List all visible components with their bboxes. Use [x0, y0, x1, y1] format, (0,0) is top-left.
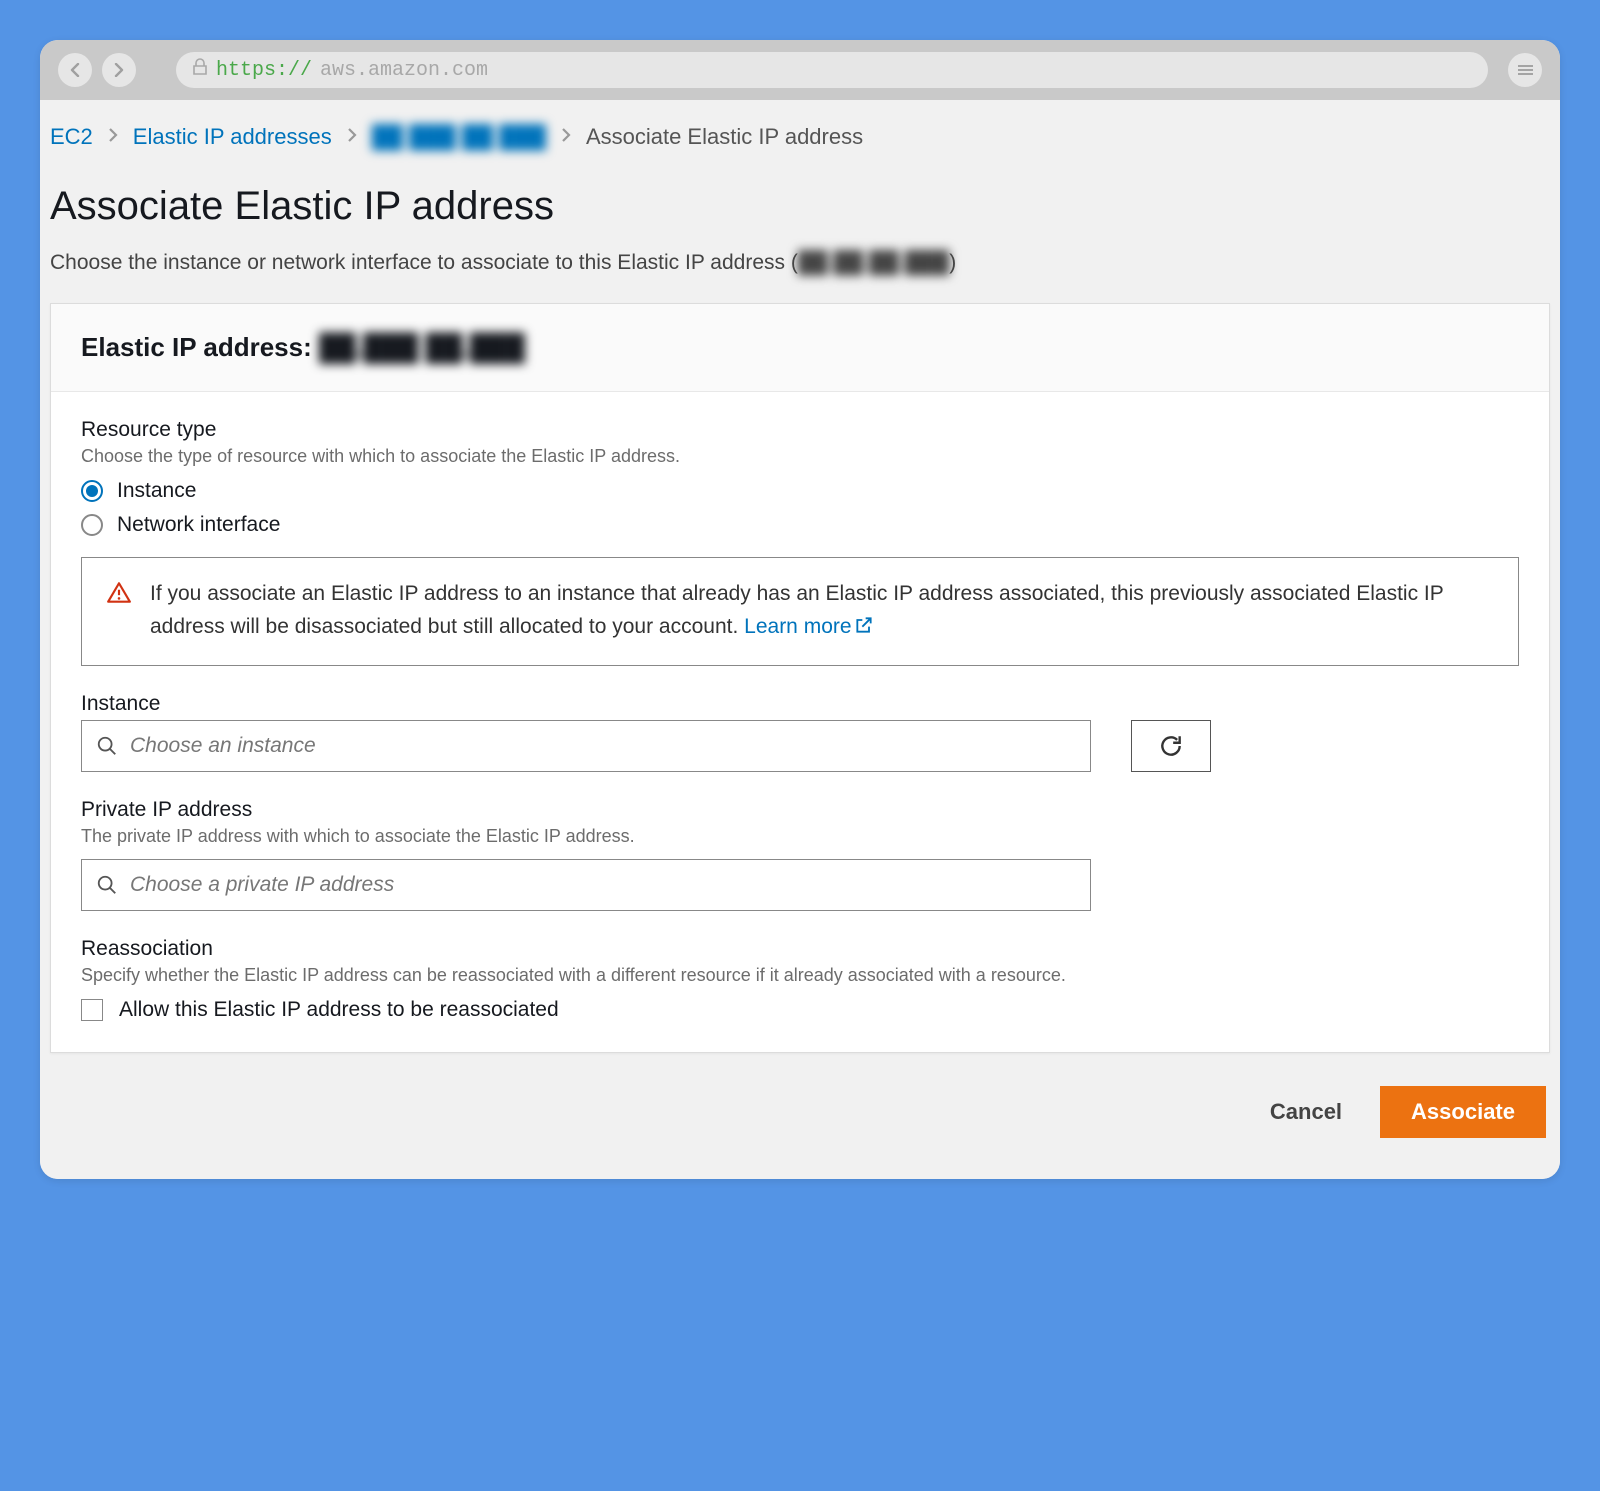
instance-field: Instance Choose an instance — [81, 692, 1519, 772]
menu-icon — [1518, 65, 1533, 75]
associate-button[interactable]: Associate — [1380, 1086, 1546, 1138]
browser-chrome: https:// aws.amazon.com — [40, 40, 1560, 100]
chevron-right-icon — [346, 124, 358, 150]
cancel-button[interactable]: Cancel — [1262, 1085, 1350, 1139]
checkbox-icon — [81, 999, 103, 1021]
nav-forward-button[interactable] — [102, 53, 136, 87]
search-icon — [96, 735, 118, 757]
warning-alert: If you associate an Elastic IP address t… — [81, 557, 1519, 666]
page-description: Choose the instance or network interface… — [40, 243, 1560, 303]
radio-instance[interactable]: Instance — [81, 479, 1519, 503]
chevron-right-icon — [107, 124, 119, 150]
card-header: Elastic IP address: ██.███ ██.███ — [51, 304, 1549, 392]
breadcrumb-eip-list[interactable]: Elastic IP addresses — [133, 124, 332, 150]
page-content: EC2 Elastic IP addresses ██ ███ ██ ███ A… — [40, 100, 1560, 1179]
form-card: Elastic IP address: ██.███ ██.███ Resour… — [50, 303, 1550, 1053]
learn-more-link[interactable]: Learn more — [744, 615, 873, 638]
private-ip-placeholder: Choose a private IP address — [130, 873, 394, 897]
chevron-right-icon — [560, 124, 572, 150]
instance-search-input[interactable]: Choose an instance — [81, 720, 1091, 772]
browser-window: https:// aws.amazon.com EC2 Elastic IP ad… — [40, 40, 1560, 1179]
resource-type-label: Resource type — [81, 418, 1519, 442]
lock-icon — [192, 58, 208, 83]
browser-menu-button[interactable] — [1508, 53, 1542, 87]
radio-instance-label: Instance — [117, 479, 196, 503]
instance-placeholder: Choose an instance — [130, 734, 316, 758]
alert-text: If you associate an Elastic IP address t… — [150, 578, 1494, 645]
external-link-icon — [854, 613, 874, 646]
url-bar[interactable]: https:// aws.amazon.com — [176, 52, 1488, 88]
resource-type-field: Resource type Choose the type of resourc… — [81, 418, 1519, 666]
warning-icon — [106, 580, 132, 606]
url-host: aws.amazon.com — [320, 59, 488, 82]
page-title: Associate Elastic IP address — [40, 170, 1560, 243]
breadcrumb: EC2 Elastic IP addresses ██ ███ ██ ███ A… — [40, 100, 1560, 170]
radio-icon — [81, 514, 103, 536]
refresh-icon — [1158, 733, 1184, 759]
resource-type-help: Choose the type of resource with which t… — [81, 446, 1519, 467]
reassociation-checkbox[interactable]: Allow this Elastic IP address to be reas… — [81, 998, 1519, 1022]
breadcrumb-current: Associate Elastic IP address — [586, 124, 863, 150]
reassociation-checkbox-label: Allow this Elastic IP address to be reas… — [119, 998, 559, 1022]
reassociation-help: Specify whether the Elastic IP address c… — [81, 965, 1519, 986]
private-ip-label: Private IP address — [81, 798, 1519, 822]
breadcrumb-eip-id[interactable]: ██ ███ ██ ███ — [372, 124, 546, 150]
private-ip-help: The private IP address with which to ass… — [81, 826, 1519, 847]
radio-eni-label: Network interface — [117, 513, 280, 537]
radio-icon — [81, 480, 103, 502]
breadcrumb-ec2[interactable]: EC2 — [50, 124, 93, 150]
refresh-button[interactable] — [1131, 720, 1211, 772]
private-ip-field: Private IP address The private IP addres… — [81, 798, 1519, 911]
instance-label: Instance — [81, 692, 1519, 716]
search-icon — [96, 874, 118, 896]
private-ip-search-input[interactable]: Choose a private IP address — [81, 859, 1091, 911]
nav-back-button[interactable] — [58, 53, 92, 87]
reassociation-label: Reassociation — [81, 937, 1519, 961]
reassociation-field: Reassociation Specify whether the Elasti… — [81, 937, 1519, 1022]
radio-network-interface[interactable]: Network interface — [81, 513, 1519, 537]
url-scheme: https:// — [216, 59, 312, 82]
form-actions: Cancel Associate — [40, 1079, 1560, 1139]
